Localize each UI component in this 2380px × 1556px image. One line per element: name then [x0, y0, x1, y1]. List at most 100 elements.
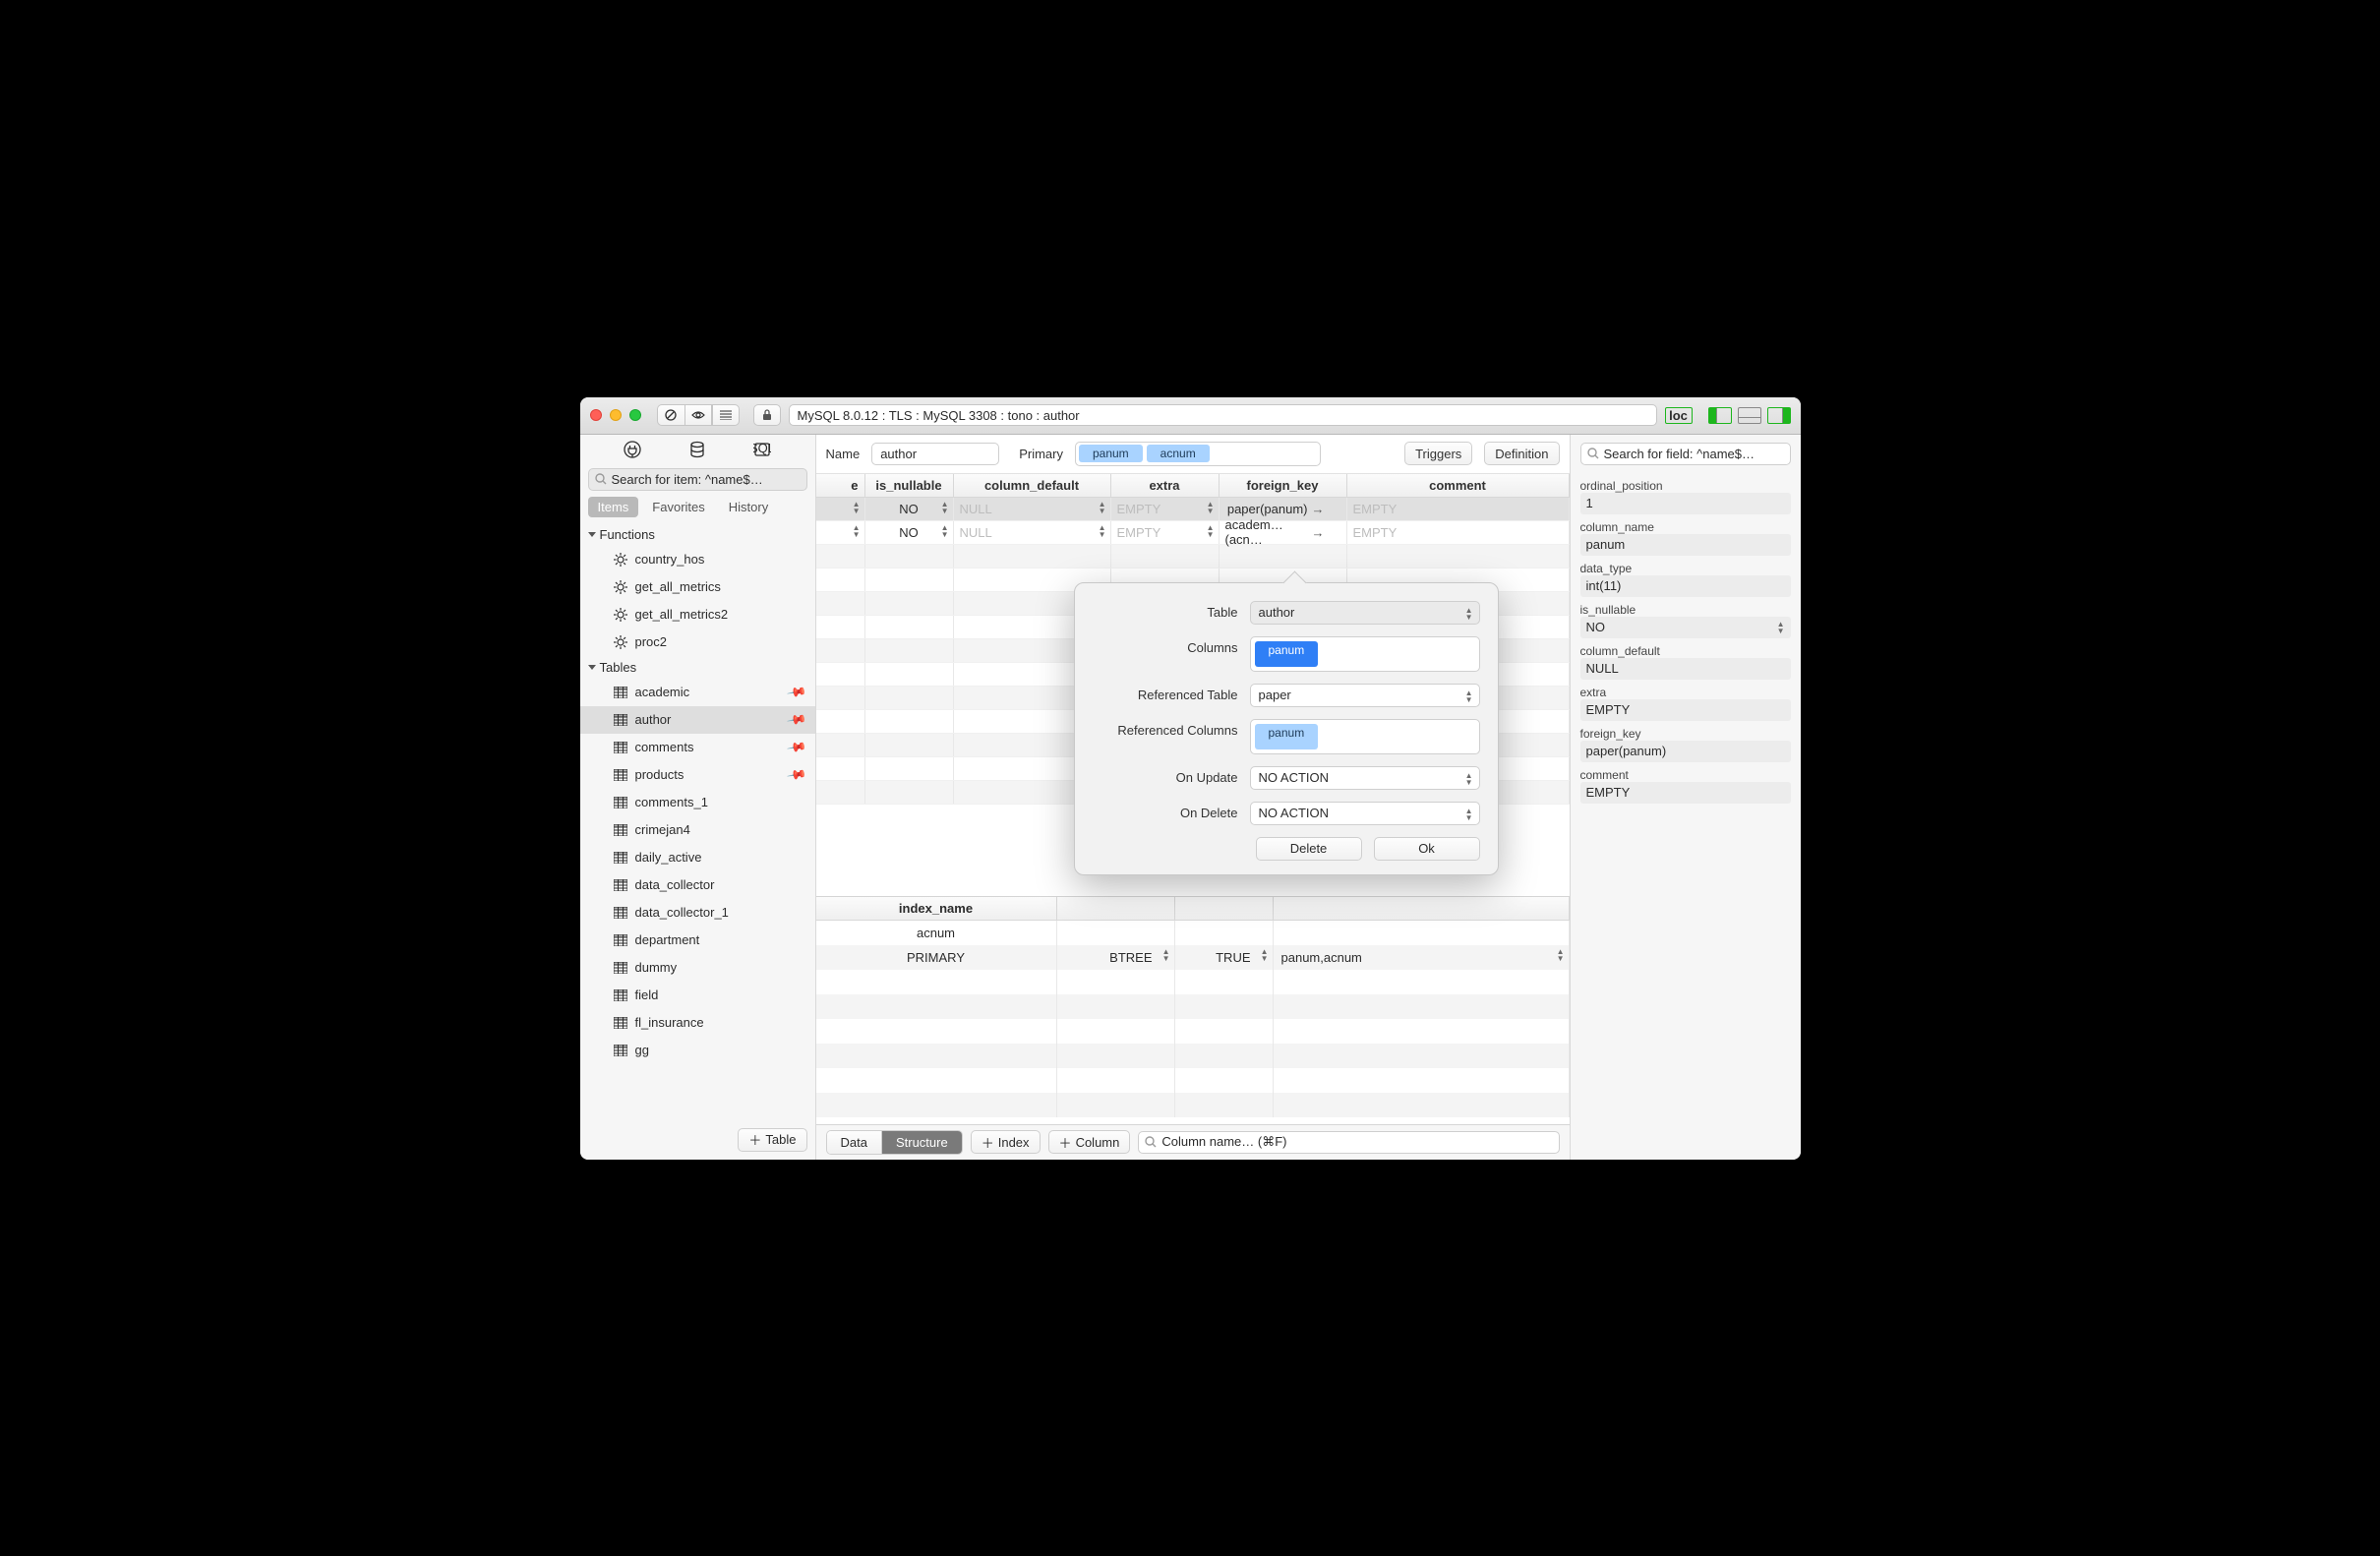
col-header-1[interactable]: is_nullable	[865, 474, 954, 497]
popover-ondelete-select[interactable]: NO ACTION▲▼	[1250, 802, 1480, 825]
name-field[interactable]: author	[871, 443, 999, 465]
col-header-2[interactable]: column_default	[954, 474, 1111, 497]
triggers-button[interactable]: Triggers	[1404, 442, 1472, 465]
inspector-value-ordinal_position[interactable]: 1	[1580, 493, 1791, 514]
popover-delete-button[interactable]: Delete	[1256, 837, 1362, 861]
database-icon[interactable]	[688, 441, 706, 461]
popover-reftable-label: Referenced Table	[1093, 684, 1250, 702]
sidebar-item-proc2[interactable]: proc2	[580, 628, 815, 656]
popover-column-chip[interactable]: panum	[1255, 641, 1319, 667]
sidebar-item-gg[interactable]: gg	[580, 1037, 815, 1064]
disclosure-triangle-icon	[588, 532, 596, 537]
idx-header-1[interactable]	[1057, 897, 1175, 920]
sidebar-tab-history[interactable]: History	[719, 497, 778, 517]
sidebar-item-get_all_metrics2[interactable]: get_all_metrics2	[580, 601, 815, 628]
primary-chip-0[interactable]: panum	[1079, 445, 1143, 462]
inspector-value-column_default[interactable]: NULL	[1580, 658, 1791, 680]
index-row[interactable]	[816, 1093, 1570, 1117]
table-icon	[614, 1045, 627, 1056]
sidebar-item-department[interactable]: department	[580, 927, 815, 954]
plus-icon: ＋	[748, 1130, 761, 1149]
popover-ok-button[interactable]: Ok	[1374, 837, 1480, 861]
sidebar-item-get_all_metrics[interactable]: get_all_metrics	[580, 573, 815, 601]
lock-button[interactable]	[753, 404, 781, 426]
col-header-3[interactable]: extra	[1111, 474, 1220, 497]
sidebar-item-author[interactable]: author📌	[580, 706, 815, 734]
toggle-right-panel-button[interactable]	[1767, 407, 1791, 424]
idx-header-2[interactable]	[1175, 897, 1274, 920]
inspector-search-input[interactable]: Search for field: ^name$…	[1580, 443, 1791, 465]
inspector-value-is_nullable[interactable]: NO▲▼	[1580, 617, 1791, 638]
inspector-value-column_name[interactable]: panum	[1580, 534, 1791, 556]
sidebar-tab-favorites[interactable]: Favorites	[642, 497, 714, 517]
popover-onupdate-select[interactable]: NO ACTION▲▼	[1250, 766, 1480, 790]
sidebar-item-comments_1[interactable]: comments_1	[580, 789, 815, 816]
column-row[interactable]	[816, 545, 1570, 569]
col-header-0[interactable]: e	[816, 474, 865, 497]
sidebar-item-data_collector[interactable]: data_collector	[580, 871, 815, 899]
definition-button[interactable]: Definition	[1484, 442, 1559, 465]
sidebar-item-field[interactable]: field	[580, 982, 815, 1009]
idx-header-3[interactable]	[1274, 897, 1570, 920]
sidebar-tab-items[interactable]: Items	[588, 497, 639, 517]
column-filter-input[interactable]: Column name… (⌘F)	[1138, 1131, 1559, 1154]
view-button[interactable]	[684, 404, 712, 426]
zoom-window-button[interactable]	[629, 409, 641, 421]
sidebar-group-functions[interactable]: Functions	[580, 523, 815, 546]
sidebar-item-daily_active[interactable]: daily_active	[580, 844, 815, 871]
arrow-right-icon: →	[1312, 502, 1325, 516]
add-column-button[interactable]: ＋Column	[1048, 1130, 1131, 1154]
column-row[interactable]: ▲▼NO▲▼NULL▲▼EMPTY▲▼academ…(acn…→EMPTY	[816, 521, 1570, 545]
primary-chip-1[interactable]: acnum	[1147, 445, 1210, 462]
sidebar-item-crimejan4[interactable]: crimejan4	[580, 816, 815, 844]
layout-button[interactable]	[712, 404, 740, 426]
primary-label: Primary	[1019, 447, 1063, 461]
sql-icon[interactable]: SQL	[753, 441, 771, 461]
index-row[interactable]: acnum	[816, 921, 1570, 945]
sidebar-search-input[interactable]: Search for item: ^name$…	[588, 468, 807, 491]
sidebar-item-country_hos[interactable]: country_hos	[580, 546, 815, 573]
column-row[interactable]: ▲▼NO▲▼NULL▲▼EMPTY▲▼paper(panum)→EMPTY	[816, 498, 1570, 521]
col-header-4[interactable]: foreign_key	[1220, 474, 1347, 497]
index-row[interactable]	[816, 994, 1570, 1019]
sidebar-item-fl_insurance[interactable]: fl_insurance	[580, 1009, 815, 1037]
index-row[interactable]: PRIMARYBTREE▲▼TRUE▲▼panum,acnum▲▼	[816, 945, 1570, 970]
sidebar-item-dummy[interactable]: dummy	[580, 954, 815, 982]
index-row[interactable]	[816, 970, 1570, 994]
segment-data[interactable]: Data	[827, 1131, 882, 1154]
sidebar-item-comments[interactable]: comments📌	[580, 734, 815, 761]
pin-icon: 📌	[786, 681, 807, 702]
index-row[interactable]	[816, 1019, 1570, 1044]
add-table-button[interactable]: ＋Table	[738, 1128, 806, 1152]
close-window-button[interactable]	[590, 409, 602, 421]
index-header-row: index_name	[816, 897, 1570, 921]
plug-icon[interactable]	[624, 441, 641, 461]
stop-button[interactable]	[657, 404, 684, 426]
col-header-5[interactable]: comment	[1347, 474, 1570, 497]
add-index-button[interactable]: ＋Index	[971, 1130, 1041, 1154]
inspector-value-comment[interactable]: EMPTY	[1580, 782, 1791, 804]
breadcrumb[interactable]: MySQL 8.0.12 : TLS : MySQL 3308 : tono :…	[789, 404, 1657, 426]
sidebar-item-academic[interactable]: academic📌	[580, 679, 815, 706]
segment-structure[interactable]: Structure	[882, 1131, 962, 1154]
primary-key-box[interactable]: panum acnum	[1075, 442, 1321, 466]
popover-refcol-chip[interactable]: panum	[1255, 724, 1319, 749]
toggle-bottom-panel-button[interactable]	[1738, 407, 1761, 424]
popover-refcols-box[interactable]: panum	[1250, 719, 1480, 754]
columns-header-row: e is_nullable column_default extra forei…	[816, 474, 1570, 498]
popover-reftable-select[interactable]: paper▲▼	[1250, 684, 1480, 707]
sidebar-item-data_collector_1[interactable]: data_collector_1	[580, 899, 815, 927]
sidebar-item-products[interactable]: products📌	[580, 761, 815, 789]
inspector-value-data_type[interactable]: int(11)	[1580, 575, 1791, 597]
popover-columns-box[interactable]: panum	[1250, 636, 1480, 672]
idx-header-0[interactable]: index_name	[816, 897, 1057, 920]
index-body: acnumPRIMARYBTREE▲▼TRUE▲▼panum,acnum▲▼	[816, 921, 1570, 1117]
popover-columns-label: Columns	[1093, 636, 1250, 655]
inspector-value-extra[interactable]: EMPTY	[1580, 699, 1791, 721]
index-row[interactable]	[816, 1044, 1570, 1068]
inspector-value-foreign_key[interactable]: paper(panum)	[1580, 741, 1791, 762]
index-row[interactable]	[816, 1068, 1570, 1093]
sidebar-group-tables[interactable]: Tables	[580, 656, 815, 679]
toggle-left-panel-button[interactable]	[1708, 407, 1732, 424]
minimize-window-button[interactable]	[610, 409, 622, 421]
